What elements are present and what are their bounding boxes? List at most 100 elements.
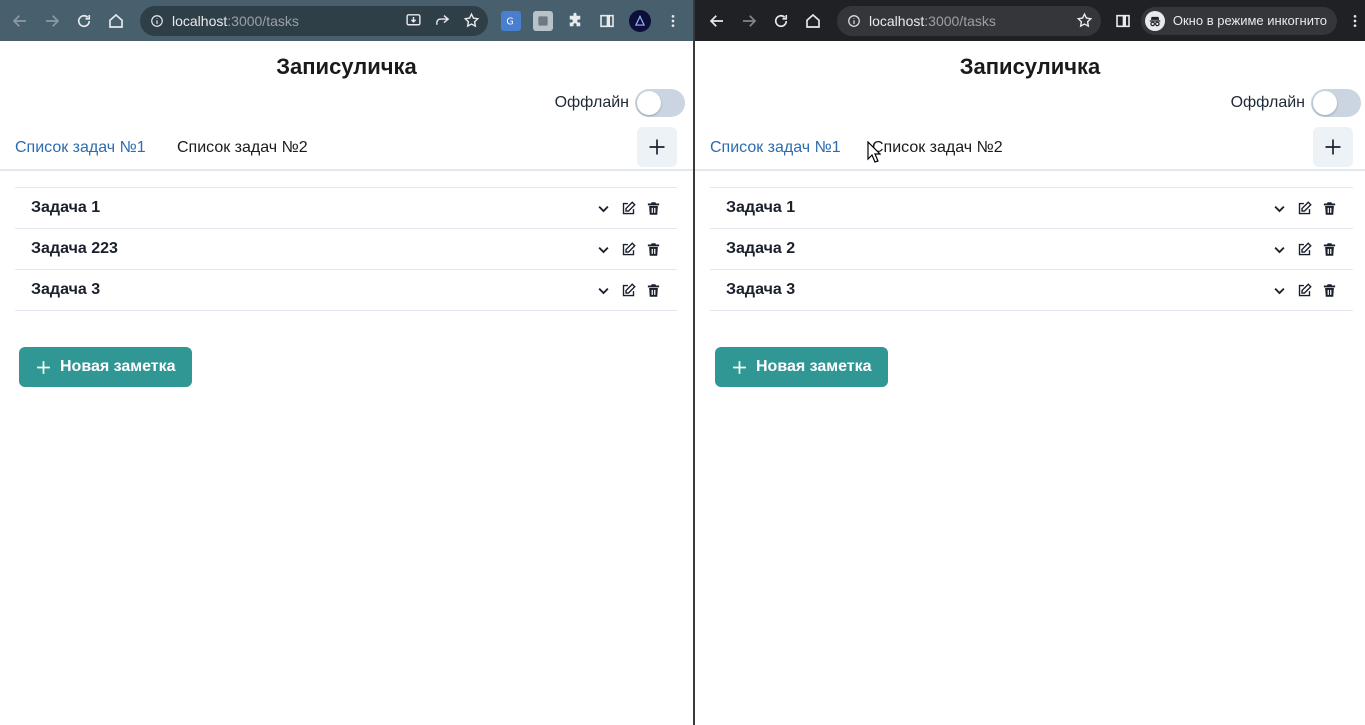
task-row[interactable]: Задача 1: [710, 188, 1353, 229]
tab-task-list-1[interactable]: Список задач №1: [710, 139, 841, 157]
back-button[interactable]: [701, 5, 733, 37]
incognito-icon: [1144, 10, 1165, 31]
app-title: Записуличка: [276, 54, 417, 79]
translate-extension-icon[interactable]: G: [501, 10, 521, 31]
new-note-label: Новая заметка: [756, 358, 872, 375]
puzzle-extensions-icon[interactable]: [565, 11, 585, 31]
edit-icon[interactable]: [621, 241, 636, 257]
screen: localhost:3000/tasks G Записуличка Оффла…: [0, 0, 1365, 725]
add-task-list-button[interactable]: [637, 127, 677, 167]
trash-icon[interactable]: [646, 283, 661, 298]
reload-button[interactable]: [765, 5, 797, 37]
task-row[interactable]: Задача 2: [710, 229, 1353, 270]
task-actions: [596, 188, 661, 228]
tab-task-list-1[interactable]: Список задач №1: [15, 139, 146, 157]
app-page: Записуличка Оффлайн Список задач №1 Спис…: [695, 41, 1365, 725]
url-path: :3000/tasks: [227, 12, 299, 29]
url-text: localhost:3000/tasks: [869, 13, 996, 29]
edit-icon[interactable]: [621, 282, 636, 298]
install-app-icon[interactable]: [405, 12, 422, 29]
chevron-down-icon[interactable]: [1272, 201, 1287, 216]
address-bar[interactable]: localhost:3000/tasks: [140, 5, 488, 36]
home-button[interactable]: [797, 5, 829, 37]
chevron-down-icon[interactable]: [596, 201, 611, 216]
chevron-down-icon[interactable]: [1272, 283, 1287, 298]
url-host: localhost: [869, 12, 925, 29]
info-icon: [848, 14, 860, 27]
edit-icon[interactable]: [621, 200, 636, 216]
task-list: Задача 1 Задача 223 Задача 3: [15, 187, 677, 311]
info-icon: [151, 14, 163, 27]
trash-icon[interactable]: [646, 242, 661, 257]
bookmark-star-icon[interactable]: [1076, 12, 1093, 29]
plus-icon: [649, 139, 665, 155]
task-list-tabs: Список задач №1 Список задач №2: [695, 127, 1365, 171]
new-note-button[interactable]: Новая заметка: [19, 347, 192, 387]
offline-label: Оффлайн: [1230, 94, 1305, 111]
tab-task-list-2[interactable]: Список задач №2: [177, 139, 308, 157]
browser-toolbar: localhost:3000/tasks Окно в режиме инког…: [695, 0, 1365, 41]
task-title: Задача 1: [31, 199, 101, 216]
home-icon: [109, 13, 123, 28]
edit-icon[interactable]: [1297, 200, 1312, 216]
offline-switch-row: Оффлайн: [555, 89, 685, 117]
home-button[interactable]: [100, 5, 132, 37]
new-note-button[interactable]: Новая заметка: [715, 347, 888, 387]
task-title: Задача 3: [726, 281, 796, 298]
offline-toggle[interactable]: [635, 89, 685, 117]
arrow-right-icon: [46, 14, 60, 27]
reload-icon: [774, 14, 788, 27]
address-bar[interactable]: localhost:3000/tasks: [837, 5, 1101, 36]
task-title: Задача 2: [726, 240, 796, 257]
trash-icon[interactable]: [646, 201, 661, 216]
omnibox-actions: [1076, 6, 1093, 36]
browser-window-incognito: localhost:3000/tasks Окно в режиме инког…: [695, 0, 1365, 725]
trash-icon[interactable]: [1322, 242, 1337, 257]
task-actions: [1272, 188, 1337, 228]
url-text: localhost:3000/tasks: [172, 13, 299, 29]
side-panel-icon[interactable]: [1113, 11, 1133, 31]
task-row[interactable]: Задача 3: [15, 270, 677, 311]
url-path: :3000/tasks: [924, 12, 996, 29]
incognito-label: Окно в режиме инкогнито: [1172, 13, 1327, 28]
app-title: Записуличка: [959, 54, 1101, 79]
menu-kebab-icon[interactable]: [1345, 11, 1365, 31]
trash-icon[interactable]: [1322, 201, 1337, 216]
edit-icon[interactable]: [1297, 241, 1312, 257]
chevron-down-icon[interactable]: [596, 283, 611, 298]
task-actions: [1272, 270, 1337, 310]
task-list-tabs: Список задач №1 Список задач №2: [0, 127, 693, 171]
arrow-right-icon: [743, 14, 757, 27]
omnibox-actions: [405, 6, 480, 36]
profile-avatar[interactable]: [629, 9, 651, 32]
side-panel-icon[interactable]: [597, 11, 617, 31]
reload-button[interactable]: [68, 5, 100, 37]
task-actions: [1272, 229, 1337, 269]
app-page: Записуличка Оффлайн Список задач №1 Спис…: [0, 41, 693, 725]
task-row[interactable]: Задача 1: [15, 188, 677, 229]
task-row[interactable]: Задача 223: [15, 229, 677, 270]
arrow-left-icon: [12, 14, 26, 27]
browser-toolbar: localhost:3000/tasks G: [0, 0, 693, 41]
bookmark-star-icon[interactable]: [463, 12, 480, 29]
share-icon[interactable]: [434, 12, 451, 29]
forward-button[interactable]: [36, 5, 68, 37]
plus-icon: [37, 360, 50, 374]
trash-icon[interactable]: [1322, 283, 1337, 298]
chevron-down-icon[interactable]: [1272, 242, 1287, 257]
menu-kebab-icon[interactable]: [663, 11, 683, 31]
chevron-down-icon[interactable]: [596, 242, 611, 257]
tab-task-list-2[interactable]: Список задач №2: [872, 139, 1003, 157]
add-task-list-button[interactable]: [1313, 127, 1353, 167]
mouse-cursor-icon: [867, 141, 881, 163]
incognito-indicator[interactable]: Окно в режиме инкогнито: [1140, 6, 1337, 35]
offline-toggle[interactable]: [1311, 89, 1361, 117]
task-row[interactable]: Задача 3: [710, 270, 1353, 311]
extension-icon[interactable]: [533, 10, 553, 31]
plus-icon: [1325, 139, 1341, 155]
forward-button[interactable]: [733, 5, 765, 37]
edit-icon[interactable]: [1297, 282, 1312, 298]
task-title: Задача 3: [31, 281, 101, 298]
back-button[interactable]: [4, 5, 36, 37]
extensions-area: G: [501, 9, 683, 32]
